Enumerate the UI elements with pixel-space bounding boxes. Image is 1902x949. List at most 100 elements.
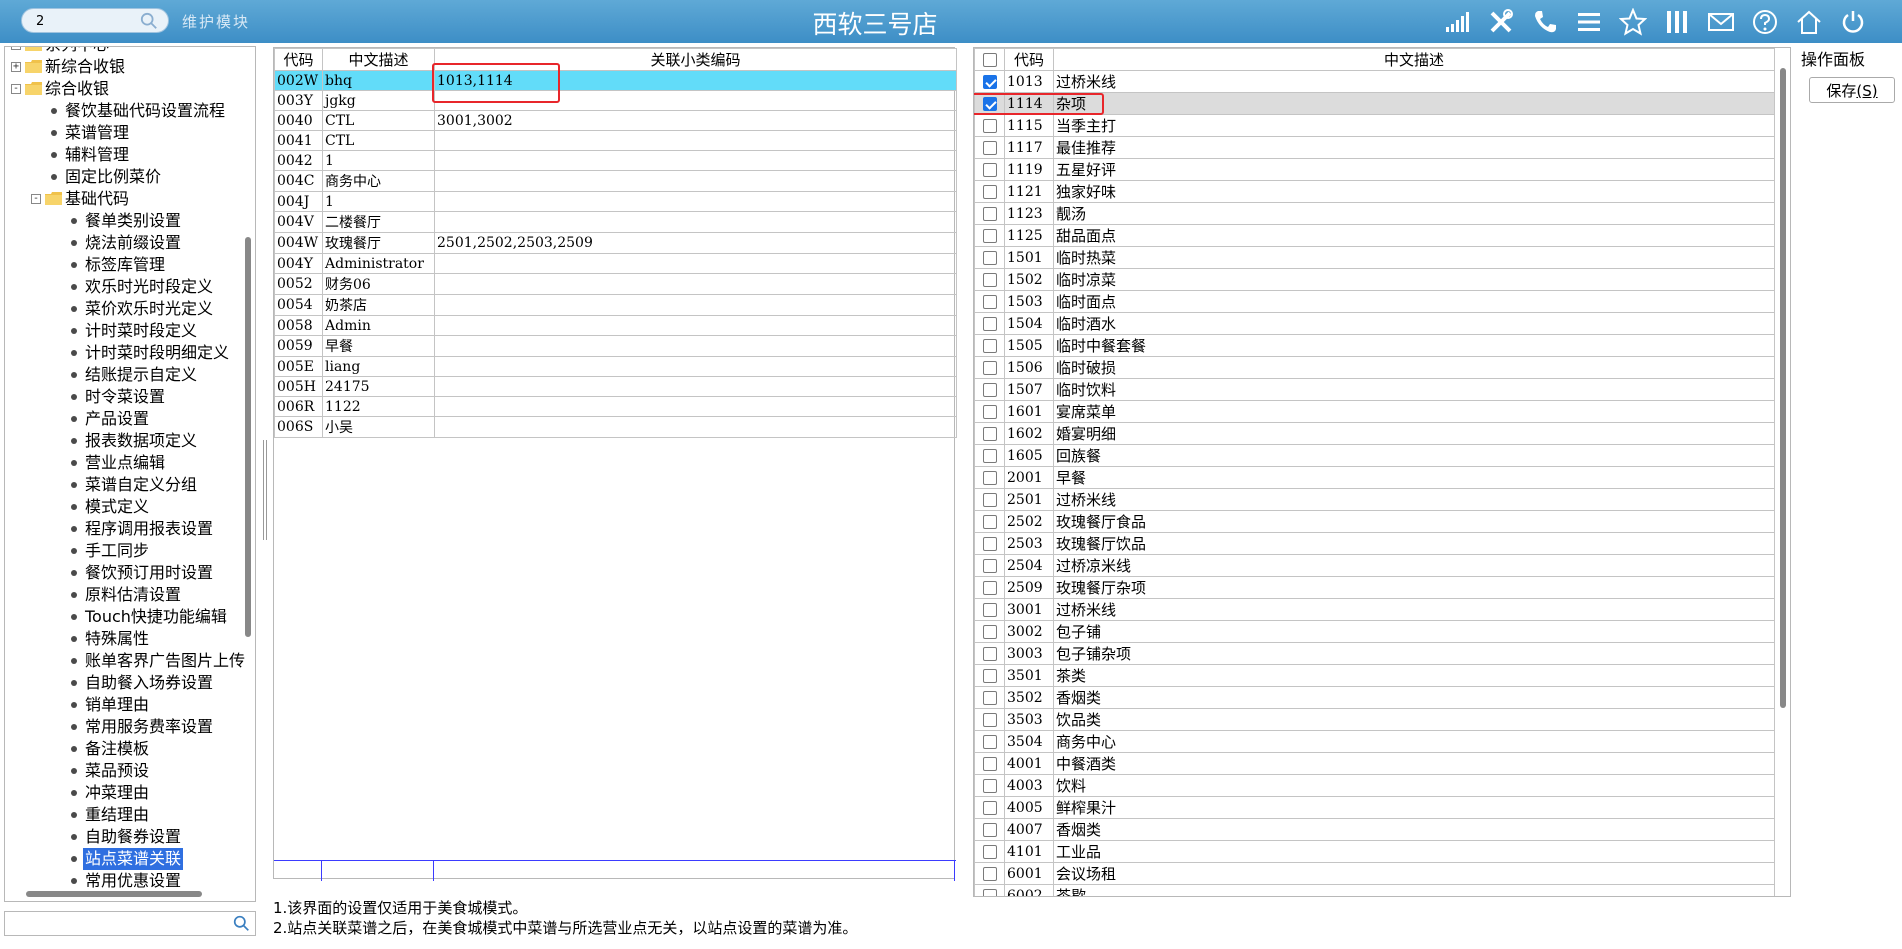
station-code-cell[interactable]: 0058 [274, 315, 323, 336]
tree-item[interactable]: 销单理由 [5, 694, 245, 716]
table-row[interactable]: 005E liang [274, 356, 957, 377]
category-description-cell[interactable]: 临时凉菜 [1053, 268, 1775, 291]
category-code-cell[interactable]: 2504 [1004, 554, 1054, 577]
table-row[interactable]: 004V 二楼餐厅 [274, 211, 957, 233]
category-code-cell[interactable]: 3003 [1004, 642, 1054, 665]
tree-item[interactable]: 程序调用报表设置 [5, 518, 245, 540]
table-row[interactable]: 1605 回族餐 [974, 444, 1775, 467]
station-linked-codes-cell[interactable] [434, 130, 957, 151]
station-linked-codes-cell[interactable] [434, 211, 957, 233]
row-checkbox-cell[interactable] [974, 334, 1005, 357]
category-code-cell[interactable]: 2502 [1004, 510, 1054, 533]
row-checkbox-cell[interactable] [974, 884, 1005, 896]
station-linked-codes-cell[interactable] [434, 150, 957, 171]
tree-search-input[interactable] [8, 914, 230, 933]
table-row[interactable]: 0042 1 [274, 150, 957, 171]
tree-item[interactable]: 常用服务费率设置 [5, 716, 245, 738]
row-checkbox-cell[interactable] [974, 114, 1005, 137]
table-row[interactable]: 3502 香烟类 [974, 686, 1775, 709]
category-description-cell[interactable]: 玫瑰餐厅食品 [1053, 510, 1775, 533]
star-icon[interactable] [1614, 5, 1652, 39]
category-code-cell[interactable]: 1115 [1004, 114, 1054, 137]
table-row[interactable]: 004W 玫瑰餐厅 2501,2502,2503,2509 [274, 232, 957, 254]
category-description-cell[interactable]: 饮品类 [1053, 708, 1775, 731]
station-code-cell[interactable]: 0059 [274, 335, 323, 357]
table-row[interactable]: 1013 过桥米线 [974, 70, 1775, 93]
help-icon[interactable] [1746, 5, 1784, 39]
tools-icon[interactable] [1482, 5, 1520, 39]
category-code-cell[interactable]: 2509 [1004, 576, 1054, 599]
tree-item[interactable]: Touch快捷功能编辑 [5, 606, 245, 628]
phone-icon[interactable] [1526, 5, 1564, 39]
table-row[interactable]: 1504 临时酒水 [974, 312, 1775, 335]
station-linked-codes-cell[interactable]: 2501,2502,2503,2509 [434, 232, 957, 254]
table-row[interactable]: 006R 1122 [274, 396, 957, 417]
category-description-cell[interactable]: 商务中心 [1053, 730, 1775, 753]
station-linked-codes-cell[interactable] [434, 396, 957, 417]
station-code-cell[interactable]: 003Y [274, 90, 323, 111]
category-vertical-scrollbar[interactable] [1780, 68, 1786, 708]
row-checkbox-cell[interactable] [974, 180, 1005, 203]
checkbox-unchecked[interactable] [982, 580, 997, 595]
station-code-cell[interactable]: 0041 [274, 130, 323, 151]
row-checkbox-cell[interactable] [974, 752, 1005, 775]
house-icon[interactable] [1790, 5, 1828, 39]
category-code-cell[interactable]: 6002 [1004, 884, 1054, 896]
select-all-checkbox[interactable] [982, 53, 997, 67]
station-linked-codes-cell[interactable] [434, 335, 957, 357]
table-row[interactable]: 2504 过桥凉米线 [974, 554, 1775, 577]
table-row[interactable]: 4005 鲜榨果汁 [974, 796, 1775, 819]
table-row[interactable]: 3504 商务中心 [974, 730, 1775, 753]
table-row[interactable]: 0041 CTL [274, 130, 957, 151]
station-linked-codes-cell[interactable]: 3001,3002 [434, 110, 957, 131]
station-linked-codes-cell[interactable] [434, 356, 957, 377]
category-description-cell[interactable]: 当季主打 [1053, 114, 1775, 137]
checkbox-unchecked[interactable] [982, 404, 997, 419]
category-description-cell[interactable]: 过桥米线 [1053, 70, 1775, 93]
tree-horizontal-scrollbar[interactable] [26, 891, 202, 897]
tree-item[interactable]: 站点菜谱关联 [5, 848, 245, 870]
station-linked-codes-cell[interactable] [434, 90, 957, 111]
table-row[interactable]: 006S 小吴 [274, 416, 957, 438]
checkbox-unchecked[interactable] [982, 360, 997, 375]
table-row[interactable]: 0059 早餐 [274, 335, 957, 357]
mail-icon[interactable] [1702, 5, 1740, 39]
station-description-cell[interactable]: 1 [322, 191, 435, 212]
tree-item[interactable]: 自助餐券设置 [5, 826, 245, 848]
tree-item[interactable]: 时令菜设置 [5, 386, 245, 408]
row-checkbox-cell[interactable] [974, 686, 1005, 709]
checkbox-unchecked[interactable] [982, 558, 997, 573]
tree-item[interactable]: 模式定义 [5, 496, 245, 518]
station-description-cell[interactable]: 财务06 [322, 273, 435, 295]
tree-item[interactable]: 计时菜时段明细定义 [5, 342, 245, 364]
category-description-cell[interactable]: 宴席菜单 [1053, 400, 1775, 423]
power-icon[interactable] [1834, 5, 1872, 39]
tree-vertical-scrollbar[interactable] [245, 237, 251, 637]
expand-icon[interactable]: + [11, 62, 21, 72]
row-checkbox-cell[interactable] [974, 92, 1005, 115]
category-code-cell[interactable]: 1504 [1004, 312, 1054, 335]
category-description-cell[interactable]: 靓汤 [1053, 202, 1775, 225]
panel-splitter[interactable] [262, 440, 268, 540]
table-row[interactable]: 3001 过桥米线 [974, 598, 1775, 621]
station-new-row[interactable] [274, 860, 956, 881]
category-code-cell[interactable]: 4101 [1004, 840, 1054, 863]
category-code-cell[interactable]: 3504 [1004, 730, 1054, 753]
table-row[interactable]: 004C 商务中心 [274, 170, 957, 192]
table-row[interactable]: 1602 婚宴明细 [974, 422, 1775, 445]
row-checkbox-cell[interactable] [974, 290, 1005, 313]
row-checkbox-cell[interactable] [974, 224, 1005, 247]
station-description-cell[interactable]: 1 [322, 150, 435, 171]
row-checkbox-cell[interactable] [974, 774, 1005, 797]
column-header-description[interactable]: 中文描述 [1053, 48, 1775, 71]
row-checkbox-cell[interactable] [974, 598, 1005, 621]
station-description-cell[interactable]: 二楼餐厅 [322, 211, 435, 233]
select-all-checkbox-cell[interactable] [974, 48, 1005, 71]
checkbox-unchecked[interactable] [982, 250, 997, 265]
category-code-cell[interactable]: 2001 [1004, 466, 1054, 489]
checkbox-unchecked[interactable] [982, 206, 997, 221]
row-checkbox-cell[interactable] [974, 532, 1005, 555]
category-code-cell[interactable]: 1114 [1004, 92, 1054, 115]
row-checkbox-cell[interactable] [974, 708, 1005, 731]
category-description-cell[interactable]: 临时酒水 [1053, 312, 1775, 335]
